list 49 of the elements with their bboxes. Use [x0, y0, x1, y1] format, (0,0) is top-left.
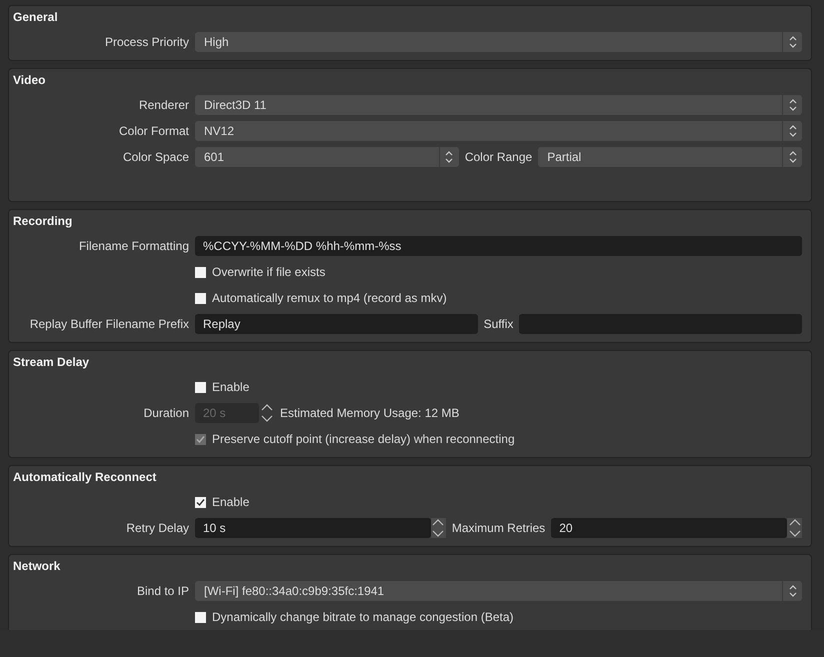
field-label: Color Space: [122, 150, 189, 164]
up-down-chevron-icon[interactable]: [788, 585, 796, 597]
up-down-chevron-icon[interactable]: [788, 125, 796, 137]
field-label: Suffix: [484, 317, 514, 331]
checkbox[interactable]: [195, 496, 206, 508]
checkbox[interactable]: [195, 612, 206, 622]
field-label: Process Priority: [104, 35, 189, 49]
field-label: Maximum Retries: [452, 521, 546, 535]
group-title: Network: [13, 558, 62, 575]
text-field[interactable]: Replay: [195, 314, 478, 334]
group-title: Automatically Reconnect: [13, 469, 158, 486]
checkbox[interactable]: [195, 292, 206, 304]
spin-field[interactable]: 20: [551, 518, 788, 538]
checkbox-label[interactable]: Overwrite if file exists: [212, 265, 326, 279]
up-down-chevron-icon[interactable]: [788, 151, 796, 163]
checkbox-label[interactable]: Enable: [212, 380, 250, 394]
field-label: Color Format: [118, 124, 189, 138]
spin-arrows-icon[interactable]: [788, 518, 802, 538]
dropdown[interactable]: High: [195, 32, 802, 52]
field-label: Replay Buffer Filename Prefix: [28, 317, 189, 331]
dropdown[interactable]: NV12: [195, 121, 802, 141]
spin-arrows-icon[interactable]: [260, 403, 274, 423]
text-field[interactable]: [519, 314, 802, 334]
text-field[interactable]: %CCYY-%MM-%DD %hh-%mm-%ss: [195, 236, 802, 256]
checkbox-label[interactable]: Automatically remux to mp4 (record as mkv): [212, 291, 447, 305]
field-label: Renderer: [138, 98, 189, 112]
field-label: Filename Formatting: [78, 239, 189, 253]
up-down-chevron-icon[interactable]: [445, 151, 454, 163]
dropdown[interactable]: 601: [195, 147, 459, 167]
checkbox-label[interactable]: Dynamically change bitrate to manage congestion (Beta): [212, 610, 514, 624]
checkbox-label[interactable]: Enable: [212, 495, 250, 509]
spin-arrows-icon[interactable]: [431, 518, 446, 538]
spin-field[interactable]: 10 s: [195, 518, 431, 538]
field-label: Retry Delay: [125, 521, 189, 535]
checkbox[interactable]: [195, 382, 206, 392]
dropdown[interactable]: Partial: [538, 147, 802, 167]
field-label: Color Range: [464, 150, 532, 164]
group-title: General: [13, 9, 59, 26]
group-title: Stream Delay: [13, 354, 90, 371]
dropdown[interactable]: Direct3D 11: [195, 95, 802, 115]
field-label: Bind to IP: [136, 584, 189, 598]
dropdown[interactable]: [Wi-Fi] fe80::34a0:c9b9:35fc:1941: [195, 581, 802, 601]
group-title: Video: [13, 72, 46, 89]
up-down-chevron-icon[interactable]: [788, 36, 796, 48]
up-down-chevron-icon[interactable]: [788, 99, 796, 111]
memory-usage-text: Estimated Memory Usage: 12 MB: [280, 406, 460, 420]
checkbox[interactable]: [195, 266, 206, 278]
group-title: Recording: [13, 213, 74, 230]
field-label: Duration: [142, 406, 189, 420]
